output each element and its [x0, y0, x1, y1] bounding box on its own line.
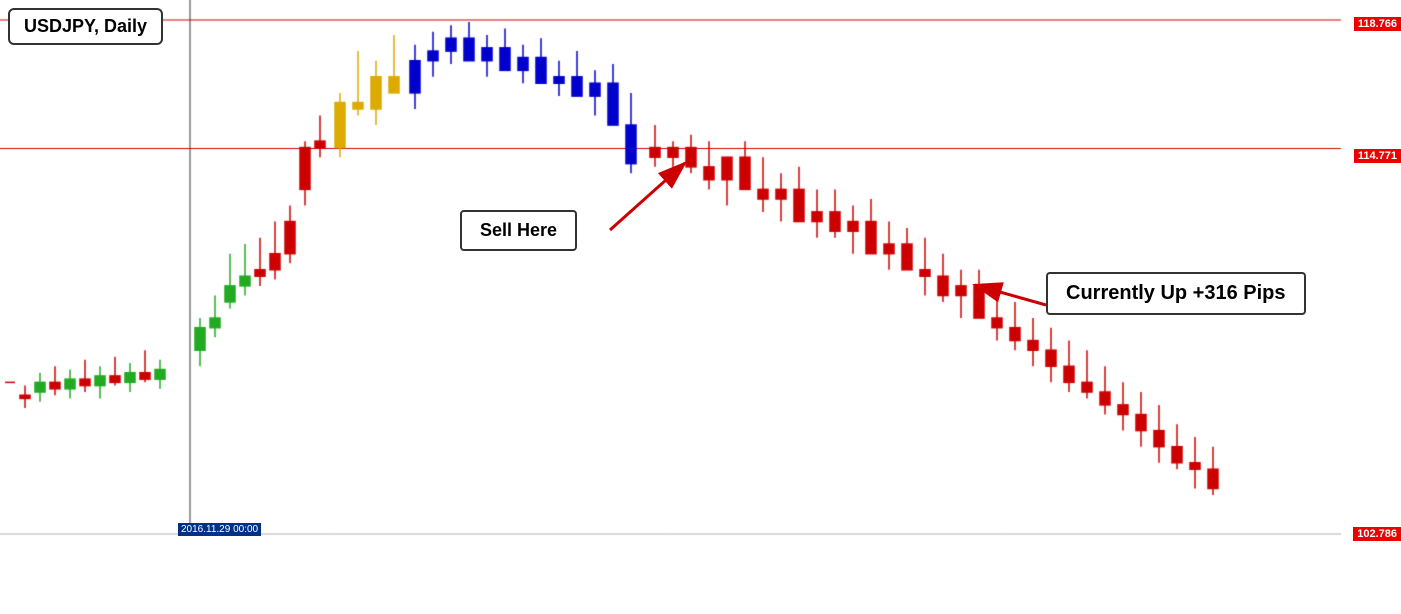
price-high-label: 118.766 — [1354, 17, 1401, 31]
chart-container: 118.766 114.771 102.786 USDJPY, Daily Se… — [0, 0, 1401, 614]
currently-up-annotation: Currently Up +316 Pips — [1046, 272, 1306, 315]
price-mid-label: 114.771 — [1354, 149, 1401, 163]
sell-here-annotation: Sell Here — [460, 210, 577, 251]
timestamp-label: 2016.11.29 00:00 — [178, 523, 261, 536]
price-low-label: 102.786 — [1353, 527, 1401, 541]
chart-title: USDJPY, Daily — [8, 8, 163, 45]
